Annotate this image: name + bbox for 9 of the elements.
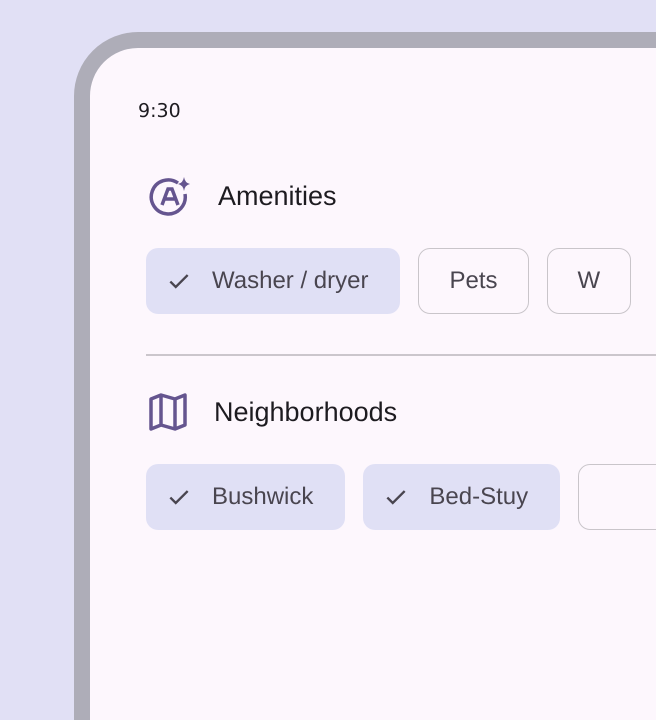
filter-chip[interactable]: Pets [418,248,529,314]
status-time: 9:30 [138,99,182,124]
section-title: Neighborhoods [214,396,398,428]
filter-chip[interactable]: Bed-Stuy [363,464,560,530]
filter-chip[interactable]: Bushwick [146,464,346,530]
map-icon [148,392,188,432]
section-title: Amenities [218,180,337,212]
filter-chip[interactable]: Washer / dryer [146,248,400,314]
filter-chip[interactable]: W [546,248,632,314]
